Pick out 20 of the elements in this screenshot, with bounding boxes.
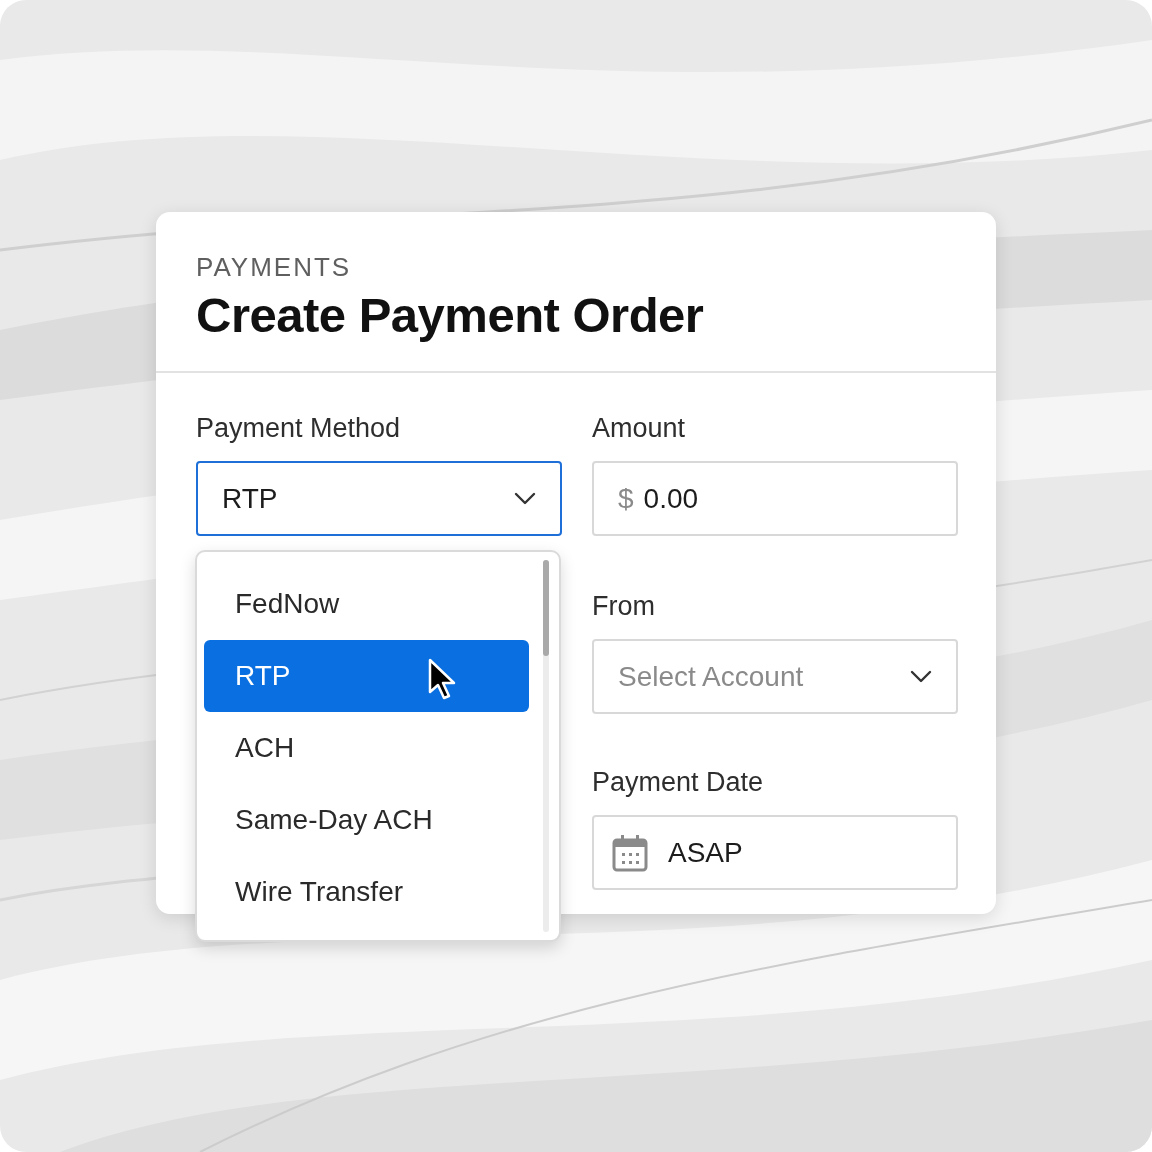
cursor-icon [428,658,458,700]
field-label: Amount [592,413,687,445]
date-field[interactable]: ASAP [592,815,958,890]
scrollbar[interactable] [543,560,549,932]
payment-method-select[interactable]: RTP [196,461,562,536]
dropdown-option[interactable]: Wire Transfer [204,856,529,928]
scrollbar-thumb[interactable] [543,560,549,656]
dropdown-option[interactable]: FedNow [204,568,529,640]
page-title: Create Payment Order [196,287,705,343]
chevron-down-icon [514,492,536,505]
chevron-down-icon [910,670,932,683]
dropdown-option[interactable]: Same-Day ACH [204,784,529,856]
dropdown-option[interactable]: RTP [204,640,529,712]
dropdown-option[interactable]: ACH [204,712,529,784]
calendar-icon [612,833,648,872]
section-eyebrow: PAYMENTS [196,252,353,283]
field-label: Payment Method [196,413,402,445]
amount-field[interactable]: $ 0.00 [592,461,958,536]
field-label: Payment Date [592,767,765,799]
field-label: From [592,591,656,623]
